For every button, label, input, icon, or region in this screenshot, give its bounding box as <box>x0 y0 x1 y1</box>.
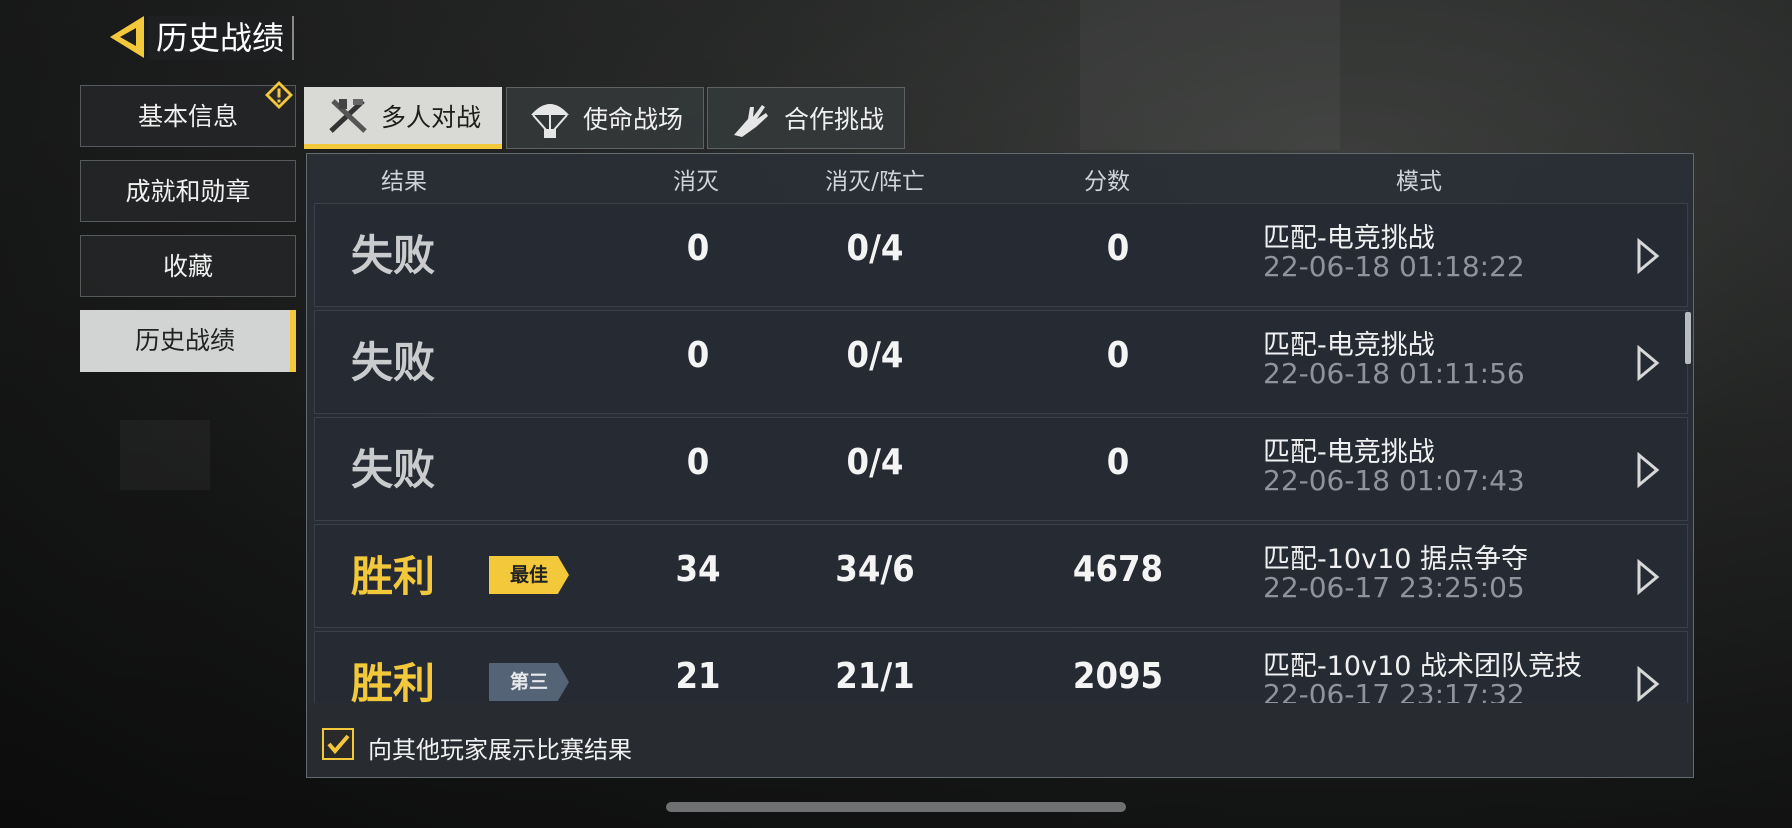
crossed-weapons-icon <box>329 98 367 133</box>
match-score: 0 <box>1106 335 1130 376</box>
rank-badge: 第三 <box>489 663 569 701</box>
match-time: 22-06-18 01:11:56 <box>1263 357 1525 390</box>
page-title: 历史战绩 <box>148 16 295 60</box>
background-structure <box>1080 0 1340 150</box>
match-kd: 21/1 <box>835 656 915 697</box>
back-arrow-icon <box>110 16 144 58</box>
tab-multiplayer[interactable]: 多人对战 <box>304 87 502 149</box>
match-kd: 0/4 <box>846 442 904 483</box>
match-result: 胜利 <box>351 552 436 601</box>
match-kills: 0 <box>686 442 710 483</box>
play-arrow-icon[interactable] <box>1635 452 1661 488</box>
match-kills: 34 <box>675 549 721 590</box>
match-score: 0 <box>1106 442 1130 483</box>
match-result: 胜利 <box>351 659 436 703</box>
sidebar-item-match-history[interactable]: 历史战绩 <box>80 310 296 372</box>
match-result: 失败 <box>351 231 436 280</box>
match-row[interactable]: 失败 0 0/4 0 匹配-电竞挑战 22-06-18 01:18:22 <box>314 203 1688 307</box>
column-header-score: 分数 <box>1084 169 1130 195</box>
background-structure <box>120 420 210 490</box>
checkmark-icon <box>327 734 350 755</box>
match-row[interactable]: 失败 0 0/4 0 匹配-电竞挑战 22-06-18 01:07:43 <box>314 417 1688 521</box>
back-button[interactable] <box>106 14 148 60</box>
column-header-kd: 消灭/阵亡 <box>825 169 925 195</box>
match-result: 失败 <box>351 338 436 387</box>
tab-label: 使命战场 <box>582 105 683 134</box>
home-indicator[interactable] <box>666 802 1126 812</box>
match-score: 0 <box>1106 228 1130 269</box>
column-header-result: 结果 <box>381 169 427 195</box>
zombie-hand-icon <box>733 105 768 137</box>
tab-label: 合作挑战 <box>783 105 884 134</box>
match-row[interactable]: 失败 0 0/4 0 匹配-电竞挑战 22-06-18 01:11:56 <box>314 310 1688 414</box>
tab-coop-challenge[interactable]: 合作挑战 <box>707 87 905 149</box>
match-score: 4678 <box>1072 549 1164 590</box>
match-kd: 0/4 <box>846 228 904 269</box>
tab-battle-royale[interactable]: 使命战场 <box>506 87 704 149</box>
mvp-badge: 最佳 <box>489 556 569 594</box>
show-results-checkbox[interactable] <box>322 728 354 760</box>
match-time: 22-06-17 23:25:05 <box>1263 571 1525 604</box>
match-kills: 21 <box>675 656 721 697</box>
play-arrow-icon[interactable] <box>1635 666 1661 702</box>
sidebar-item-collection[interactable]: 收藏 <box>80 235 296 297</box>
match-row[interactable]: 胜利 最佳 34 34/6 4678 匹配-10v10 据点争夺 22-06-1… <box>314 524 1688 628</box>
play-arrow-icon[interactable] <box>1635 559 1661 595</box>
column-header-kills: 消灭 <box>673 169 719 195</box>
column-header-mode: 模式 <box>1396 169 1442 195</box>
match-time: 22-06-18 01:18:22 <box>1263 250 1525 283</box>
match-score: 2095 <box>1072 656 1164 697</box>
show-results-label: 向其他玩家展示比赛结果 <box>368 736 632 764</box>
match-kd: 34/6 <box>835 549 915 590</box>
match-kills: 0 <box>686 335 710 376</box>
tab-label: 多人对战 <box>380 102 481 132</box>
parachute-icon <box>530 104 569 138</box>
match-time: 22-06-17 23:17:32 <box>1263 678 1525 703</box>
match-row[interactable]: 胜利 第三 21 21/1 2095 匹配-10v10 战术团队竞技 22-06… <box>314 631 1688 703</box>
play-arrow-icon[interactable] <box>1635 238 1661 274</box>
play-arrow-icon[interactable] <box>1635 345 1661 381</box>
scrollbar[interactable] <box>1685 312 1691 364</box>
sidebar-item-achievements[interactable]: 成就和勋章 <box>80 160 296 222</box>
match-list[interactable]: 失败 0 0/4 0 匹配-电竞挑战 22-06-18 01:18:22 失败 … <box>314 203 1688 703</box>
match-result: 失败 <box>351 445 436 494</box>
match-time: 22-06-18 01:07:43 <box>1263 464 1525 497</box>
match-kd: 0/4 <box>846 335 904 376</box>
warning-icon <box>265 81 293 109</box>
match-kills: 0 <box>686 228 710 269</box>
